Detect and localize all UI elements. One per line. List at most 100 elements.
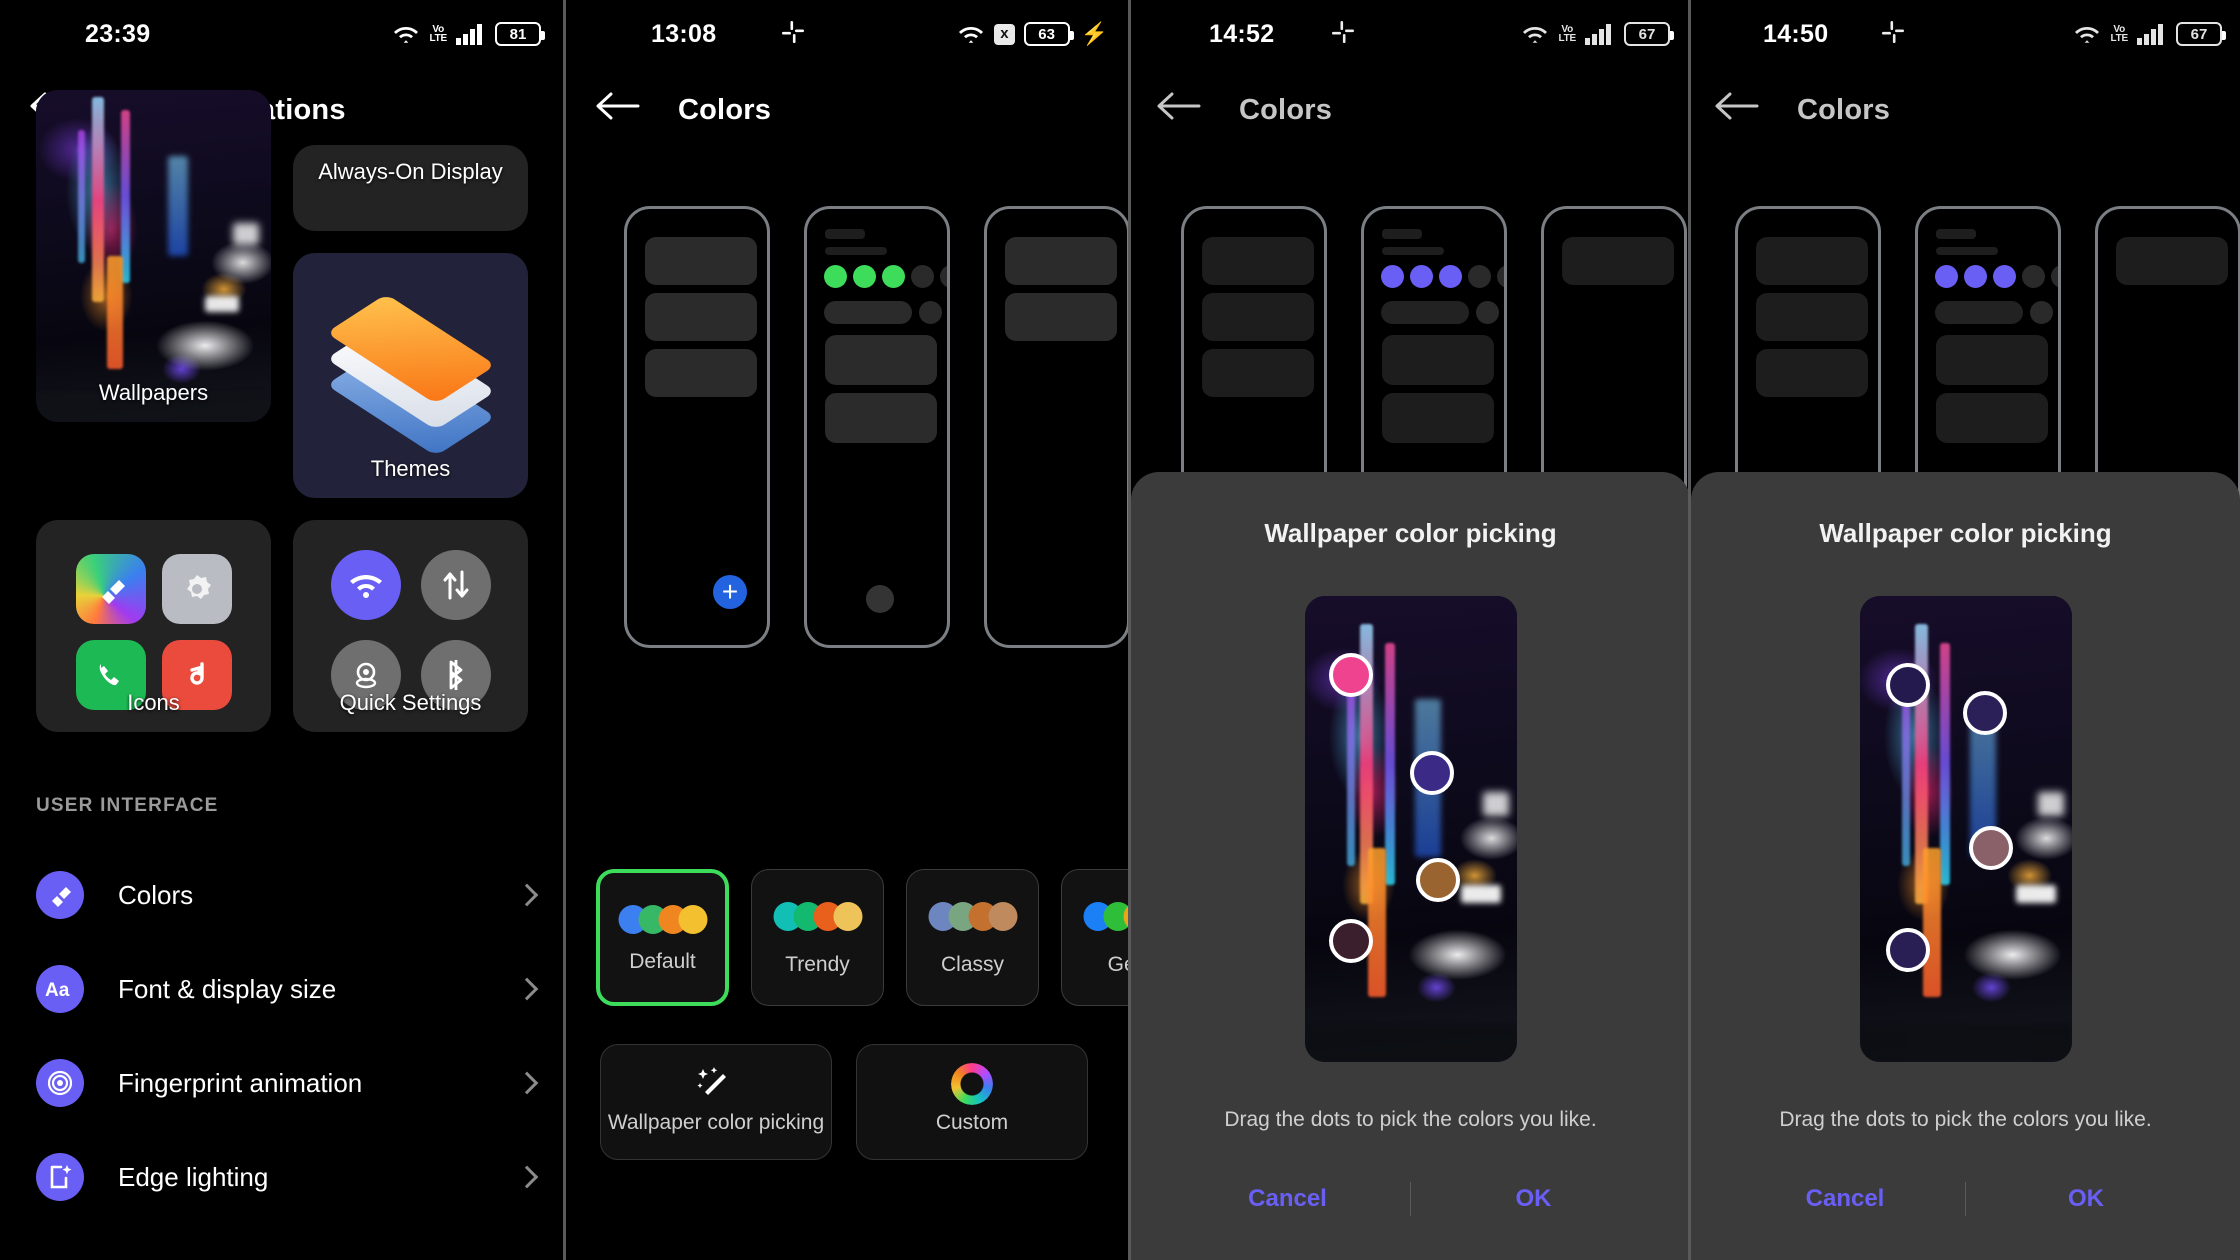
swatch-row	[1083, 902, 1130, 931]
slack-icon	[781, 20, 805, 49]
wifi-icon	[330, 550, 401, 620]
volte-icon: Vo LTE	[2110, 24, 2128, 44]
color-pick-dot[interactable]	[1968, 825, 2013, 870]
dialog-title: Wallpaper color picking	[1264, 518, 1557, 548]
paint-icon	[75, 554, 146, 624]
font-size-icon: Aa	[36, 965, 84, 1013]
swatch-row	[773, 902, 862, 931]
dialog-actions: Cancel OK	[1131, 1182, 1690, 1216]
cancel-button[interactable]: Cancel	[1725, 1185, 1965, 1213]
theme-chip-label: Trendy	[785, 953, 850, 976]
accent-dots	[1935, 265, 2058, 288]
tile-label: Quick Settings	[339, 690, 482, 715]
status-time: 13:08	[651, 19, 717, 48]
tile-label: Themes	[370, 456, 451, 481]
chevron-right-icon	[515, 1165, 539, 1189]
gear-icon	[161, 554, 232, 624]
color-pick-dot[interactable]	[1886, 928, 1931, 973]
wifi-icon	[2073, 23, 2101, 45]
color-wheel-icon	[951, 1063, 993, 1105]
panel-colors-themes: 13:08 x 63 ⚡ Colors + Default Trendy Cla…	[566, 0, 1130, 1260]
tile-always-on-display[interactable]: Always-On Display	[293, 145, 528, 231]
color-pick-dot[interactable]	[1329, 653, 1374, 698]
tile-label: Wallpapers	[98, 380, 209, 405]
color-pick-dot[interactable]	[1416, 858, 1461, 903]
status-time: 23:39	[85, 19, 151, 48]
wallpaper-preview[interactable]	[1859, 596, 2072, 1062]
theme-chip-classy[interactable]: Classy	[906, 869, 1039, 1006]
personalization-tiles: Wallpapers Always-On Display Themes Icon…	[36, 90, 528, 732]
tile-icons[interactable]: Icons	[36, 520, 271, 732]
wallpaper-thumbnail	[36, 90, 271, 422]
dialog-title: Wallpaper color picking	[1819, 518, 2112, 548]
status-bar: 14:50 Vo LTE 67	[1691, 0, 2240, 68]
battery-indicator: 63	[1023, 22, 1074, 46]
action-wallpaper-color-picking[interactable]: Wallpaper color picking	[600, 1044, 832, 1160]
panel-personalizations: 23:39 VoLTE 81 Personalizations	[0, 0, 565, 1260]
theme-chip-trendy[interactable]: Trendy	[751, 869, 884, 1006]
status-time: 14:52	[1209, 19, 1275, 48]
data-transfer-icon	[420, 550, 491, 620]
action-custom[interactable]: Custom	[856, 1044, 1088, 1160]
dialog-hint: Drag the dots to pick the colors you lik…	[1779, 1108, 2152, 1131]
ok-button[interactable]: OK	[1411, 1185, 1656, 1213]
swatch-row	[618, 905, 707, 934]
no-sim-badge: x	[994, 23, 1015, 45]
magic-wand-icon	[694, 1063, 738, 1112]
signal-bars-icon	[1585, 23, 1615, 45]
color-pick-dot[interactable]	[1409, 751, 1454, 796]
tile-wallpapers[interactable]: Wallpapers	[36, 90, 271, 422]
list-item-label: Font & display size	[118, 973, 337, 1004]
fingerprint-icon	[36, 1059, 84, 1107]
sidebar-item-font-display-size[interactable]: Aa Font & display size	[0, 942, 565, 1036]
color-pick-dot[interactable]	[1962, 690, 2007, 735]
color-pick-dot[interactable]	[1886, 662, 1931, 707]
page-title: Colors	[1239, 93, 1333, 126]
battery-indicator: 67	[1624, 22, 1674, 46]
slack-icon	[1331, 20, 1355, 49]
back-arrow-icon[interactable]	[596, 90, 652, 130]
signal-bars-icon	[2137, 23, 2167, 45]
color-action-strip[interactable]: Wallpaper color picking Custom	[600, 1044, 1088, 1160]
tile-themes[interactable]: Themes	[293, 253, 528, 498]
theme-chip-geo[interactable]: Geo	[1061, 869, 1130, 1006]
theme-chip-label: Default	[629, 950, 696, 973]
cancel-button[interactable]: Cancel	[1165, 1185, 1410, 1213]
svg-text:Aa: Aa	[45, 980, 70, 1001]
back-arrow-icon[interactable]	[1715, 90, 1771, 130]
sidebar-item-edge-lighting[interactable]: Edge lighting	[0, 1130, 565, 1224]
theme-chip-strip[interactable]: Default Trendy Classy Ge	[596, 869, 1130, 1006]
wallpaper-preview[interactable]	[1304, 596, 1517, 1062]
phone-preview-extra	[984, 206, 1130, 648]
wifi-icon	[1521, 23, 1549, 45]
page-title: Colors	[1797, 93, 1891, 126]
ok-button[interactable]: OK	[1966, 1185, 2206, 1213]
wifi-icon	[392, 23, 420, 45]
battery-indicator: 67	[2176, 22, 2226, 46]
chevron-right-icon	[515, 977, 539, 1001]
chevron-right-icon	[515, 883, 539, 907]
section-header-user-interface: USER INTERFACE	[36, 795, 219, 816]
phone-preview-quick-settings	[804, 206, 950, 648]
theme-chip-default[interactable]: Default	[596, 869, 729, 1006]
tile-label: Icons	[127, 690, 180, 715]
action-label: Wallpaper color picking	[607, 1111, 825, 1134]
accent-dots	[824, 265, 947, 288]
page-title: Colors	[678, 93, 772, 126]
status-bar: 23:39 Vo LTE 81	[0, 0, 565, 68]
theme-preview-strip[interactable]: +	[624, 206, 1130, 648]
signal-bars-icon	[456, 23, 486, 45]
tile-quick-settings[interactable]: Quick Settings	[293, 520, 528, 732]
app-bar: Colors	[1691, 68, 2240, 152]
dialog-actions: Cancel OK	[1691, 1182, 2240, 1216]
color-pick-dot[interactable]	[1329, 918, 1374, 963]
swatch-row	[928, 902, 1017, 931]
sidebar-item-colors[interactable]: Colors	[0, 848, 565, 942]
tile-label: Always-On Display	[318, 159, 503, 184]
theme-chip-label: Classy	[940, 953, 1004, 976]
wifi-icon	[957, 23, 985, 45]
status-bar: 13:08 x 63 ⚡	[566, 0, 1130, 68]
theme-chip-label: Geo	[1107, 953, 1130, 976]
sidebar-item-fingerprint-animation[interactable]: Fingerprint animation	[0, 1036, 565, 1130]
back-arrow-icon[interactable]	[1157, 90, 1213, 130]
